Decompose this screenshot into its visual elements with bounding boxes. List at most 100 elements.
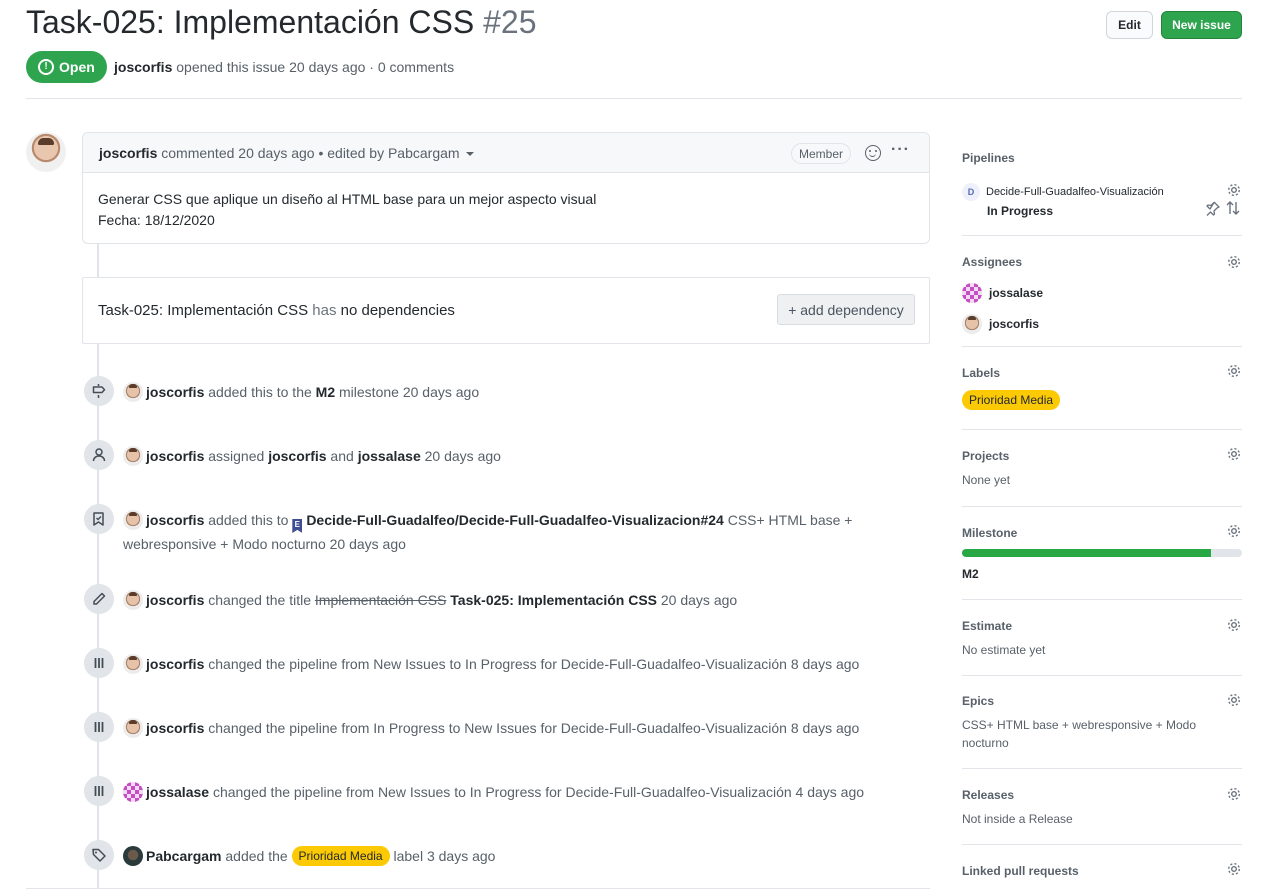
issue-open-icon: ! bbox=[38, 59, 54, 75]
event-text-part: assigned bbox=[204, 448, 269, 464]
dependencies-has: has bbox=[312, 302, 337, 319]
sort-arrows-icon[interactable] bbox=[1225, 200, 1241, 216]
issue-title-text: Task-025: Implementación CSS bbox=[26, 4, 475, 40]
event-text-part: added this to the bbox=[204, 384, 316, 400]
new-issue-button[interactable]: New issue bbox=[1161, 11, 1242, 39]
assignee-link[interactable]: jossalase bbox=[358, 448, 421, 464]
assignee-link[interactable]: joscorfis bbox=[268, 448, 326, 464]
gear-icon[interactable] bbox=[1226, 363, 1242, 379]
old-title: Implementación CSS bbox=[314, 592, 447, 608]
event-text-part: and bbox=[326, 448, 358, 464]
issue-state-label: Open bbox=[59, 59, 95, 75]
actor-link[interactable]: joscorfis bbox=[146, 448, 204, 464]
sidebar-divider bbox=[962, 429, 1242, 430]
epic-flag-icon: E bbox=[292, 519, 303, 533]
header-divider bbox=[26, 98, 1242, 99]
issue-state-badge: ! Open bbox=[26, 51, 107, 83]
event-text: joscorfis changed the pipeline from In P… bbox=[123, 717, 883, 740]
actor-avatar[interactable] bbox=[123, 846, 143, 866]
pin-icon[interactable] bbox=[1205, 200, 1221, 216]
estimate-value: No estimate yet bbox=[962, 643, 1046, 657]
actor-link[interactable]: joscorfis bbox=[146, 720, 204, 736]
dependencies-status: no dependencies bbox=[340, 302, 455, 319]
sidebar-section-title: Assignees bbox=[962, 255, 1023, 269]
pipeline-status[interactable]: In Progress bbox=[987, 204, 1242, 218]
actor-avatar[interactable] bbox=[123, 782, 143, 802]
actor-link[interactable]: jossalase bbox=[146, 784, 209, 800]
sidebar-divider bbox=[962, 506, 1242, 507]
pipeline-repo-row: D Decide-Full-Guadalfeo-Visualización bbox=[962, 183, 1242, 201]
event-text: joscorfis assigned joscorfis and jossala… bbox=[123, 445, 883, 468]
dependencies-text: Task-025: Implementación CSS has no depe… bbox=[98, 302, 455, 319]
actor-link[interactable]: joscorfis bbox=[146, 656, 204, 672]
sidebar-section-title: Projects bbox=[962, 449, 1010, 463]
actor-avatar[interactable] bbox=[123, 654, 143, 674]
event-text-part: 20 days ago bbox=[657, 592, 738, 608]
sidebar-section-title: Labels bbox=[962, 366, 1001, 380]
event-text: joscorfis added this to the M2 milestone… bbox=[123, 381, 883, 404]
gear-icon[interactable] bbox=[1226, 254, 1242, 270]
sidebar-section-title: Releases bbox=[962, 788, 1015, 802]
issue-author-link[interactable]: joscorfis bbox=[114, 59, 172, 75]
sidebar-labels: Labels Prioridad Media bbox=[962, 366, 1242, 410]
gear-icon[interactable] bbox=[1226, 786, 1242, 802]
pipeline-icon bbox=[84, 648, 114, 678]
assignee-item[interactable]: jossalase bbox=[962, 283, 1242, 303]
actor-avatar[interactable] bbox=[123, 382, 143, 402]
projects-value: None yet bbox=[962, 473, 1011, 487]
sidebar-section-title: Linked pull requests bbox=[962, 864, 1079, 878]
chevron-down-icon[interactable] bbox=[465, 152, 474, 157]
comment-body: Generar CSS que aplique un diseño al HTM… bbox=[83, 173, 929, 247]
gear-icon[interactable] bbox=[1226, 446, 1242, 462]
sidebar-section-title: Epics bbox=[962, 694, 995, 708]
epics-value[interactable]: CSS+ HTML base + webresponsive + Modo no… bbox=[962, 716, 1212, 752]
actor-avatar[interactable] bbox=[123, 510, 143, 530]
sidebar-section-title: Pipelines bbox=[962, 151, 1015, 165]
actor-link[interactable]: joscorfis bbox=[146, 384, 204, 400]
sidebar-releases: Releases Not inside a Release bbox=[962, 788, 1242, 828]
actor-avatar[interactable] bbox=[123, 446, 143, 466]
event-text-part: changed the pipeline from New Issues to … bbox=[209, 784, 865, 800]
label-badge[interactable]: Prioridad Media bbox=[291, 846, 390, 866]
milestone-name[interactable]: M2 bbox=[962, 567, 1242, 581]
label-badge[interactable]: Prioridad Media bbox=[962, 390, 1061, 410]
actor-avatar[interactable] bbox=[123, 718, 143, 738]
gear-icon[interactable] bbox=[1226, 692, 1242, 708]
milestone-progress-fill bbox=[962, 549, 1212, 557]
actor-link[interactable]: Pabcargam bbox=[146, 848, 221, 864]
actor-link[interactable]: joscorfis bbox=[146, 512, 204, 528]
issue-meta: joscorfis opened this issue 20 days ago … bbox=[114, 59, 454, 75]
epic-icon bbox=[84, 504, 114, 534]
milestone-link[interactable]: M2 bbox=[316, 384, 335, 400]
edit-button[interactable]: Edit bbox=[1106, 11, 1153, 39]
event-text-part: label 3 days ago bbox=[389, 848, 496, 864]
sidebar-divider bbox=[962, 675, 1242, 676]
assignee-item[interactable]: joscorfis bbox=[962, 314, 1242, 334]
comment-author-avatar[interactable] bbox=[26, 132, 66, 172]
actor-link[interactable]: joscorfis bbox=[146, 592, 204, 608]
actor-avatar[interactable] bbox=[123, 590, 143, 610]
add-dependency-button[interactable]: + add dependency bbox=[777, 294, 915, 325]
gear-icon[interactable] bbox=[1226, 523, 1242, 539]
sidebar-divider bbox=[962, 599, 1242, 600]
reaction-smiley-icon[interactable] bbox=[865, 145, 881, 161]
comment-body-line: Generar CSS que aplique un diseño al HTM… bbox=[98, 191, 597, 207]
comment-meta: joscorfis commented 20 days ago • edited… bbox=[99, 145, 474, 161]
event-text-part: changed the title bbox=[204, 592, 315, 608]
comment-header: joscorfis commented 20 days ago • edited… bbox=[83, 133, 929, 173]
comment-meta-text[interactable]: commented 20 days ago • edited by Pabcar… bbox=[157, 145, 459, 161]
event-text: joscorfis added this to E Decide-Full-Gua… bbox=[123, 509, 883, 556]
comment-author-link[interactable]: joscorfis bbox=[99, 145, 157, 161]
gear-icon[interactable] bbox=[1226, 617, 1242, 633]
gear-icon[interactable] bbox=[1226, 182, 1242, 198]
sidebar-milestone: Milestone M2 bbox=[962, 526, 1242, 581]
gear-icon[interactable] bbox=[1226, 861, 1242, 877]
more-options-icon[interactable]: ··· bbox=[891, 141, 910, 159]
comment-body-line: Fecha: 18/12/2020 bbox=[98, 212, 215, 228]
issue-meta-text: opened this issue 20 days ago · 0 commen… bbox=[172, 59, 455, 75]
epic-link[interactable]: Decide-Full-Guadalfeo/Decide-Full-Guadal… bbox=[306, 512, 724, 528]
event-text: jossalase changed the pipeline from New … bbox=[123, 781, 883, 804]
member-badge: Member bbox=[791, 143, 852, 164]
sidebar-divider bbox=[962, 346, 1242, 347]
issue-title: Task-025: Implementación CSS #25 bbox=[26, 4, 536, 41]
